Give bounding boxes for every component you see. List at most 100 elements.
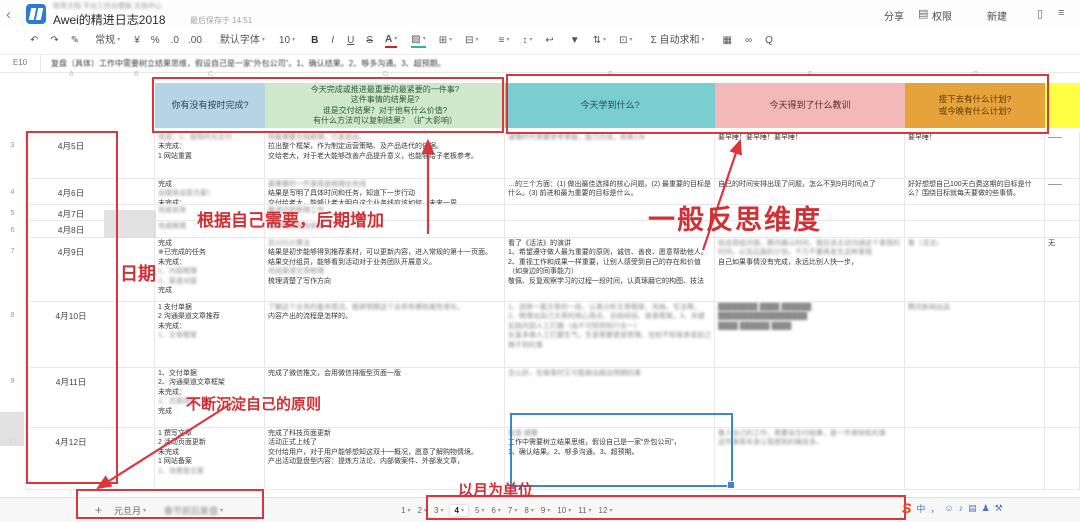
font-size-select[interactable]: 10 ▾: [279, 36, 295, 46]
column-letter[interactable]: A: [69, 71, 74, 78]
date-cell[interactable]: 4月10日: [26, 302, 117, 368]
date-cell[interactable]: 4月11日: [26, 368, 117, 428]
sheet-tab-7[interactable]: 7 ▾: [508, 506, 517, 515]
insert-link-icon[interactable]: ∞: [745, 36, 752, 46]
formula-input[interactable]: 复盘（具体）工作中需要树立结果思维，假设自己是一家“外包公司”。1、确认结果。2…: [41, 58, 1080, 69]
sheet-cell[interactable]: 百分比计算法 结果是初步能够得到推荐素材，可以更新内容，进入常规的第十一页面。 结果…: [265, 238, 505, 302]
sheet-cell[interactable]: [1045, 205, 1080, 221]
header-cell[interactable]: 今天得到了什么教训: [715, 83, 905, 128]
sheet-cell[interactable]: [1045, 428, 1080, 490]
sheet-tab-3[interactable]: 3 ▾: [434, 506, 443, 515]
header-cell[interactable]: 今天完成或推进最重要的最紧要的一件事? 这件事情的结果是? 谁是交付结果？对于他有什…: [265, 83, 505, 128]
sheet-cell[interactable]: [117, 302, 155, 368]
sheet-cell[interactable]: [715, 368, 905, 428]
sheet-tab-1[interactable]: 1 ▾: [401, 506, 410, 515]
row-number[interactable]: 7: [0, 238, 26, 302]
sheet-cell[interactable]: ——: [1045, 179, 1080, 205]
sheet-cell[interactable]: [117, 132, 155, 179]
sort-icon[interactable]: ⇅ ▾: [593, 36, 606, 46]
bold-icon[interactable]: B: [311, 36, 318, 46]
text-wrap-icon[interactable]: ↩: [545, 36, 553, 46]
share-button[interactable]: 分享: [884, 8, 904, 23]
sheet-tab-12[interactable]: 12 ▾: [599, 506, 613, 515]
sheet-cell[interactable]: 腾讯新闻出品: [905, 302, 1045, 368]
sheet-cell[interactable]: 完成 ※已完成的任务 未完成： 1、内容梳理 2、渠道对接 完成: [155, 238, 265, 302]
sheet-tab-5[interactable]: 5 ▾: [475, 506, 484, 515]
sheet-cell[interactable]: [905, 205, 1045, 221]
sheet-cell[interactable]: [117, 179, 155, 205]
sheet-tab-11[interactable]: 11 ▾: [578, 506, 591, 515]
sheet-cell[interactable]: [905, 368, 1045, 428]
row-number[interactable]: 6: [0, 221, 26, 238]
sheet-cell[interactable]: 1 撰写文章 2 活动页面更新 未完成 1 网站备案 2、场景型文案: [155, 428, 265, 490]
sheet-cell[interactable]: 要早睡！要早睡！要早睡！: [715, 132, 905, 179]
search-icon[interactable]: Q: [765, 36, 773, 46]
sheet-tab-元旦月[interactable]: 元旦月 ▾: [114, 504, 146, 517]
mobile-view-icon[interactable]: ▯: [1037, 7, 1043, 20]
sheet-cell[interactable]: [117, 368, 155, 428]
undo-icon[interactable]: ↶: [30, 36, 38, 46]
merge-cells-icon[interactable]: ⊟ ▾: [465, 36, 478, 46]
font-family-select[interactable]: 默认字体 ▾: [220, 36, 265, 46]
selection-handle[interactable]: [727, 481, 735, 489]
column-letter[interactable]: F: [808, 71, 812, 78]
date-cell[interactable]: 4月5日: [26, 132, 117, 179]
ime-tools-icon[interactable]: ⚒: [995, 503, 1003, 514]
sheet-cell[interactable]: 把最重要文档梳理，已发送出。 拉出整个框架，作为制定运营策略、及产品迭代的依据。交…: [265, 132, 505, 179]
new-button[interactable]: 新建: [987, 8, 1007, 23]
format-painter-icon[interactable]: ✎: [71, 36, 79, 46]
borders-icon[interactable]: ⊞ ▾: [439, 36, 452, 46]
sheet-cell[interactable]: 好好想想自己100天白费这期的目标是什么？围绕目标就每天要做的些事情。: [905, 179, 1045, 205]
fill-color-icon[interactable]: ▨ ▾: [411, 34, 426, 48]
sheet-cell[interactable]: 鲁（活法）: [905, 238, 1045, 302]
row-number[interactable]: 3: [0, 132, 26, 179]
column-letter[interactable]: D: [383, 71, 388, 78]
sheet-cell[interactable]: [1045, 368, 1080, 428]
sheet-cell[interactable]: ——: [1045, 132, 1080, 179]
italic-icon[interactable]: I: [331, 36, 334, 46]
add-sheet-button[interactable]: +: [95, 503, 102, 517]
header-cell[interactable]: 你有没有按时完成?: [155, 83, 265, 128]
row-number[interactable]: 5: [0, 205, 26, 221]
sheet-cell[interactable]: 看了《活法》的演讲 1、希望遵守做人最为重要的原则，诚信、善良、愿意帮助他人。 2、…: [505, 238, 715, 302]
sheet-cell[interactable]: [1045, 302, 1080, 368]
sheet-cell[interactable]: [1045, 221, 1080, 238]
sheet-cell[interactable]: 1 支付单据 2 沟通渠道文章推荐 未完成： 1、文章框架: [155, 302, 265, 368]
sheet-cell[interactable]: 鲁人自己的工作，需要自交付结果，是一件很轻松的事 这件事情本身让我想到的确良多。: [715, 428, 905, 490]
decrease-decimal-icon[interactable]: .0: [171, 36, 179, 46]
ime-punctuation-icon[interactable]: ，: [930, 502, 939, 515]
date-cell[interactable]: 4月9日: [26, 238, 117, 302]
column-letter[interactable]: G: [973, 71, 978, 78]
cell-selection[interactable]: [510, 413, 735, 489]
menu-icon[interactable]: ≡: [1058, 7, 1064, 19]
header-cell[interactable]: 今天学到什么?: [505, 83, 715, 128]
underline-icon[interactable]: U: [347, 36, 354, 46]
column-letter[interactable]: E: [608, 71, 613, 78]
row-number[interactable]: 8: [0, 302, 26, 368]
ime-profile-icon[interactable]: ♟: [982, 503, 990, 514]
column-letter[interactable]: B: [134, 71, 139, 78]
date-cell[interactable]: 4月6日: [26, 179, 117, 205]
redo-icon[interactable]: ↷: [50, 36, 58, 46]
vertical-align-icon[interactable]: ↕ ▾: [522, 36, 532, 46]
sheet-cell[interactable]: 最重要的一件事情是梳理业务线 结果是写明了具体时间和任务，知道下一步行动 交付给老大…: [265, 179, 505, 205]
number-format-select[interactable]: 常规 ▾: [95, 36, 120, 46]
sheet-cell[interactable]: ████████ ████ ██████ ██████████████████ ██…: [715, 302, 905, 368]
sheet-tab-9[interactable]: 9 ▾: [541, 506, 550, 515]
sheet-cell[interactable]: 无: [1045, 238, 1080, 302]
align-icon[interactable]: ≡ ▾: [499, 36, 510, 46]
sheet-cell[interactable]: 了解这个业务的基本情况，能够预期这个业务有哪些属性增长。 内容产出的流程是怎样的。: [265, 302, 505, 368]
sheet-tab-8[interactable]: 8 ▾: [524, 506, 533, 515]
sheet-cell[interactable]: [905, 221, 1045, 238]
sheet-cell[interactable]: 完成 自媒体运营方案！ 未完成：: [155, 179, 265, 205]
freeze-icon[interactable]: ⊡ ▾: [619, 36, 632, 46]
sogou-logo-icon[interactable]: S: [902, 500, 911, 516]
strikethrough-icon[interactable]: S: [366, 36, 373, 46]
date-cell[interactable]: 4月12日: [26, 428, 117, 490]
sheet-cell[interactable]: 1、选择一篇文章的一段，认真分析文章框架、风格、写法等。2、梳理出自己文章的核心…: [505, 302, 715, 368]
sheet-cell[interactable]: 要早睡！: [905, 132, 1045, 179]
document-title[interactable]: Awei的精进日志2018: [53, 11, 166, 28]
insert-image-icon[interactable]: ▦: [722, 36, 731, 46]
autosum-button[interactable]: Σ 自动求和 ▾: [651, 36, 705, 46]
text-color-icon[interactable]: A ▾: [384, 34, 398, 48]
